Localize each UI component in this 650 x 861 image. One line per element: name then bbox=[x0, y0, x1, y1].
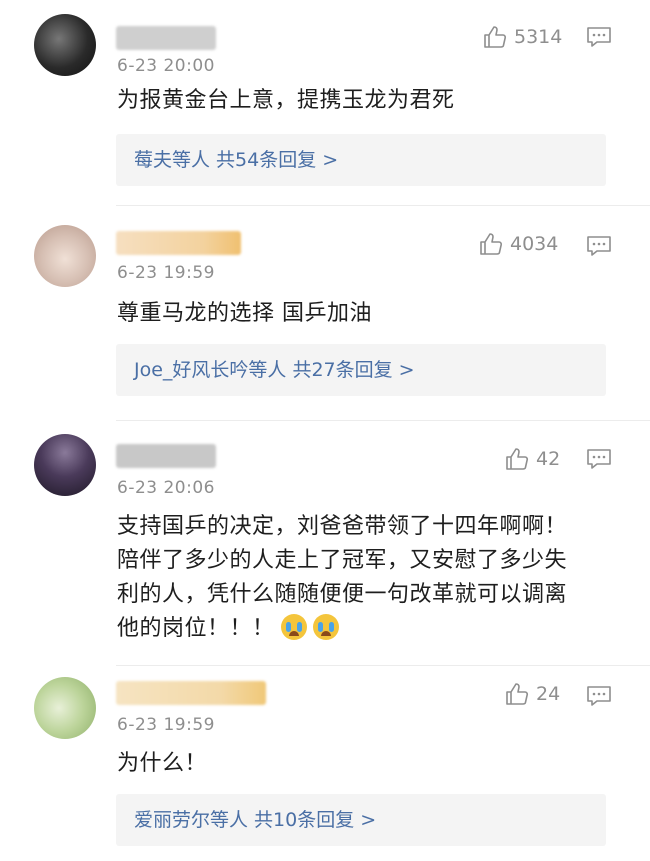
avatar[interactable] bbox=[34, 14, 96, 76]
thumbs-up-icon bbox=[480, 233, 503, 255]
comment-item: 6-23 19:59 24 为什么！ 爱丽劳尔等人 共10条回复 > bbox=[0, 665, 650, 861]
comment-text: 为什么！ bbox=[117, 751, 208, 776]
comment-item: 6-23 19:59 4034 尊重马龙的选择 国乒加油 Joe_好风长吟等人 … bbox=[0, 205, 650, 421]
username[interactable] bbox=[116, 26, 216, 50]
comment-time: 6-23 19:59 bbox=[117, 715, 215, 735]
replies-link[interactable]: 莓夫等人 共54条回复 > bbox=[116, 134, 606, 186]
username[interactable] bbox=[116, 444, 216, 468]
username[interactable] bbox=[116, 231, 241, 255]
like-button[interactable]: 4034 bbox=[478, 231, 558, 257]
avatar[interactable] bbox=[34, 677, 96, 739]
username[interactable] bbox=[116, 681, 266, 705]
replies-link[interactable]: 爱丽劳尔等人 共10条回复 > bbox=[116, 794, 606, 846]
thumbs-up-icon bbox=[506, 683, 529, 705]
comment-text: 支持国乒的决定，刘爸爸带领了十四年啊啊！陪伴了多少的人走上了冠军，又安慰了多少失… bbox=[117, 510, 587, 646]
comment-time: 6-23 19:59 bbox=[117, 263, 215, 283]
reply-icon[interactable] bbox=[586, 235, 612, 257]
reply-icon[interactable] bbox=[586, 448, 612, 470]
thumbs-up-icon bbox=[506, 448, 529, 470]
comment-time: 6-23 20:06 bbox=[117, 478, 215, 498]
comment-text: 尊重马龙的选择 国乒加油 bbox=[117, 301, 372, 326]
thumbs-up-icon bbox=[484, 26, 507, 48]
like-count: 4034 bbox=[510, 233, 559, 255]
like-button[interactable]: 24 bbox=[504, 681, 560, 707]
avatar[interactable] bbox=[34, 225, 96, 287]
reply-icon[interactable] bbox=[586, 26, 612, 48]
comment-text: 为报黄金台上意，提携玉龙为君死 bbox=[117, 88, 455, 113]
avatar[interactable] bbox=[34, 434, 96, 496]
like-count: 42 bbox=[536, 448, 561, 470]
replies-link[interactable]: Joe_好风长吟等人 共27条回复 > bbox=[116, 344, 606, 396]
reply-icon[interactable] bbox=[586, 685, 612, 707]
comment-item: 6-23 20:06 42 支持国乒的决定，刘爸爸带领了十四年啊啊！陪伴了多少的… bbox=[0, 420, 650, 666]
like-button[interactable]: 5314 bbox=[482, 24, 562, 50]
like-button[interactable]: 42 bbox=[504, 446, 560, 472]
comment-text-content: 支持国乒的决定，刘爸爸带领了十四年啊啊！陪伴了多少的人走上了冠军，又安慰了多少失… bbox=[117, 514, 568, 641]
crying-emoji-icon bbox=[280, 614, 307, 640]
comment-time: 6-23 20:00 bbox=[117, 56, 215, 76]
crying-emoji-icon bbox=[312, 614, 339, 640]
like-count: 5314 bbox=[514, 26, 563, 48]
like-count: 24 bbox=[536, 683, 561, 705]
comment-item: 6-23 20:00 5314 为报黄金台上意，提携玉龙为君死 莓夫等人 共54… bbox=[0, 0, 650, 206]
